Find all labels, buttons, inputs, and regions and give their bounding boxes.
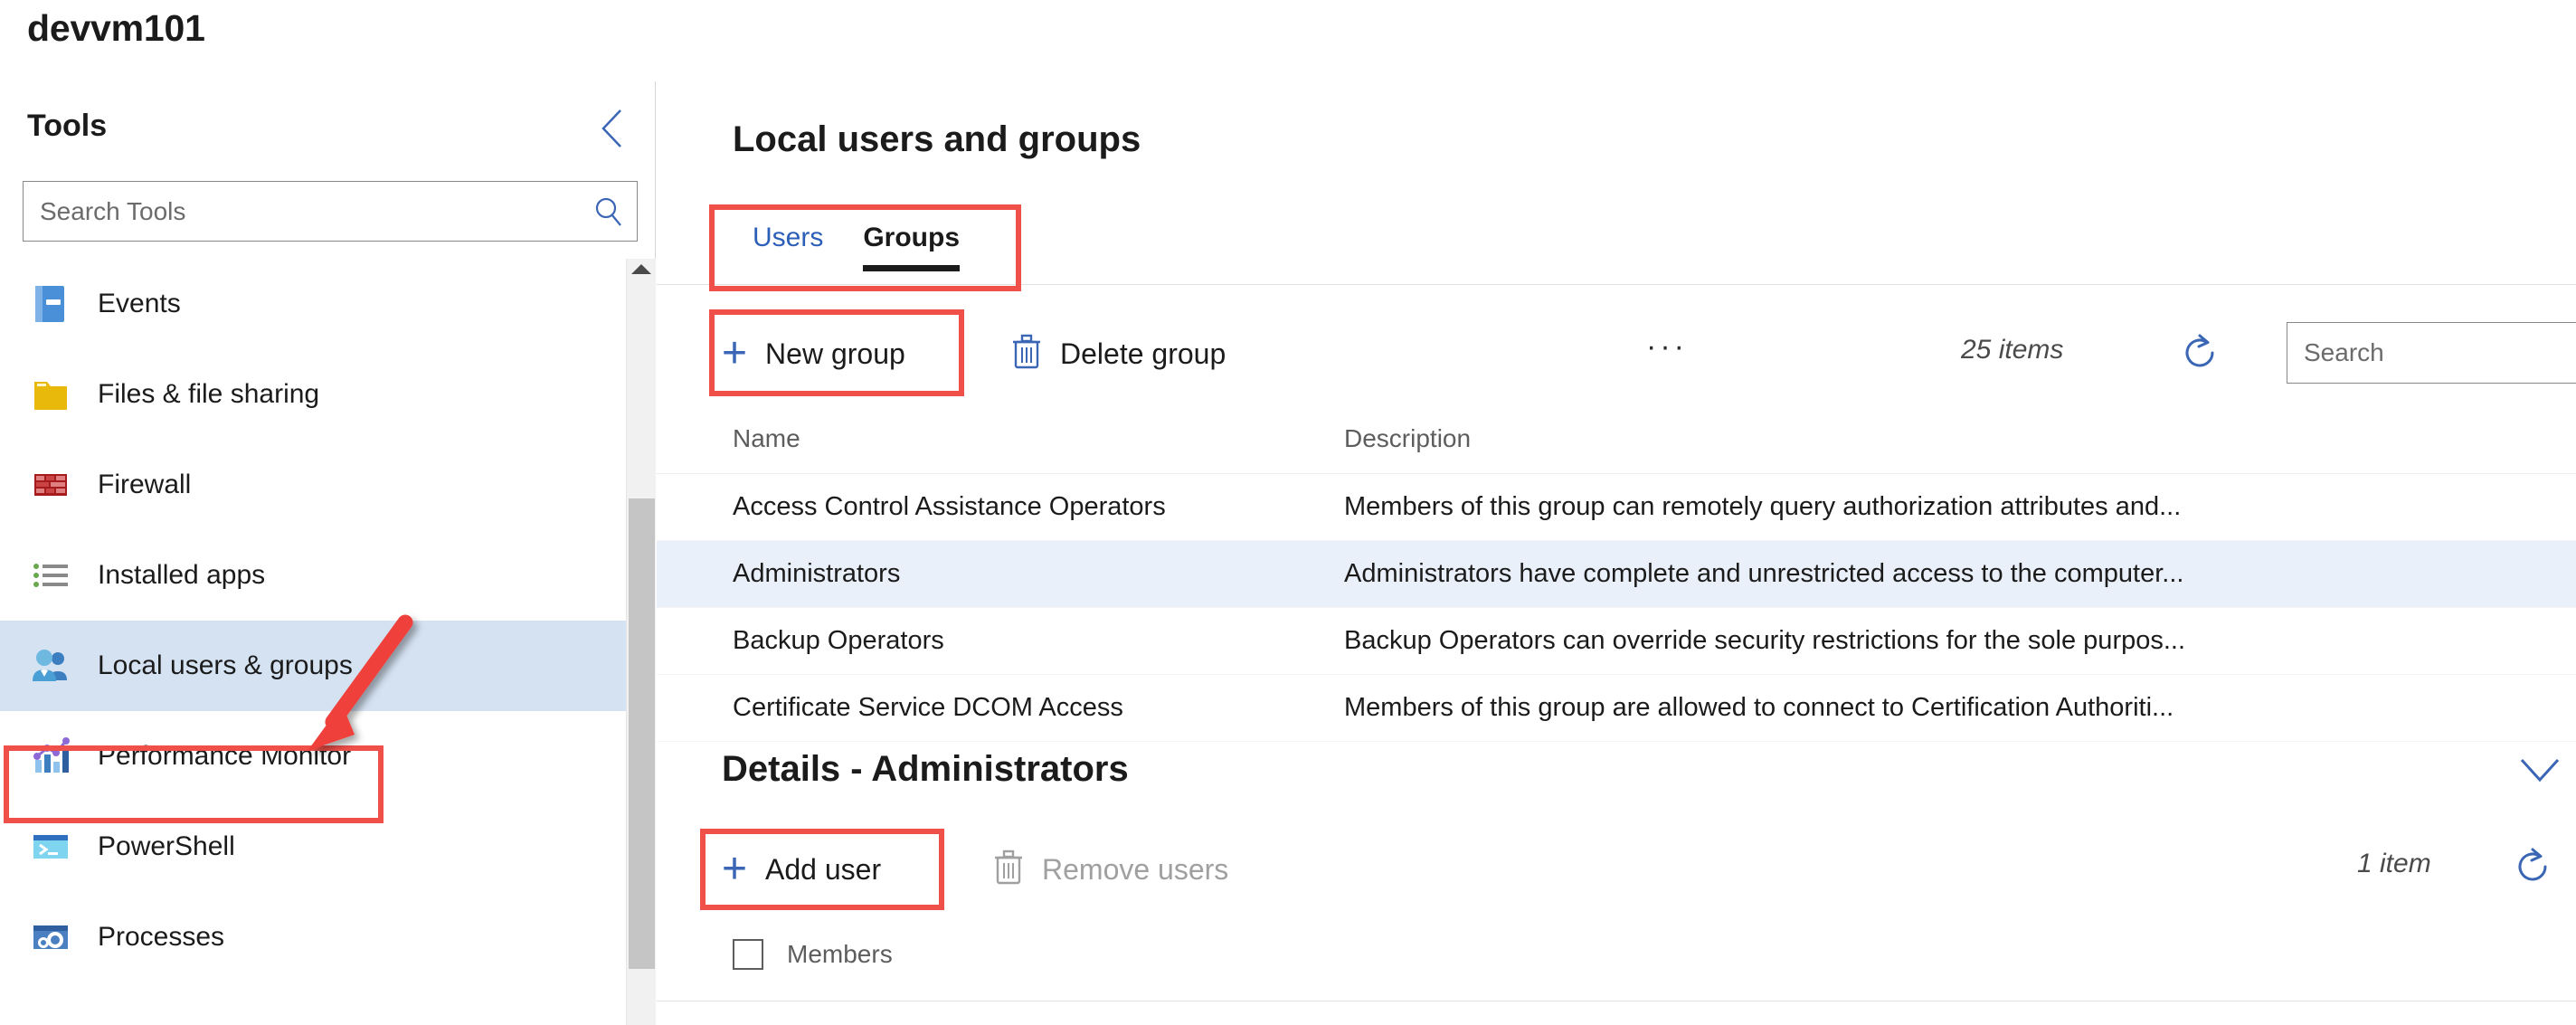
sidebar-item-powershell[interactable]: PowerShell bbox=[0, 802, 626, 892]
cell-description: Administrators have complete and unrestr… bbox=[1344, 559, 2184, 588]
sidebar-item-processes[interactable]: Processes bbox=[0, 892, 626, 982]
tab-groups[interactable]: Groups bbox=[843, 223, 980, 271]
cell-description: Backup Operators can override security r… bbox=[1344, 626, 2186, 655]
main-content: Local users and groups Users Groups + Ne… bbox=[657, 81, 2576, 1025]
groups-search-box[interactable] bbox=[2287, 322, 2576, 384]
cell-name: Administrators bbox=[733, 559, 901, 588]
details-command-bar: + Add user Remove users 1 item bbox=[657, 830, 2576, 908]
groups-table-header: Name Description bbox=[657, 403, 2576, 474]
page-title: Local users and groups bbox=[733, 119, 1141, 159]
groups-command-bar: + New group Delete group ··· 25 items Se… bbox=[657, 309, 2576, 400]
sidebar-item-label: Firewall bbox=[98, 470, 192, 499]
new-group-button[interactable]: + New group bbox=[722, 322, 905, 385]
tabs-divider bbox=[657, 284, 2576, 285]
tools-list-scrollbar[interactable] bbox=[626, 259, 656, 1025]
table-row[interactable]: Backup Operators Backup Operators can ov… bbox=[657, 608, 2576, 675]
sidebar-item-label: Files & file sharing bbox=[98, 379, 320, 409]
scroll-up-arrow-icon[interactable] bbox=[631, 264, 651, 274]
select-all-members-checkbox[interactable] bbox=[733, 939, 763, 970]
sidebar-item-label: Events bbox=[98, 289, 181, 318]
groups-item-count: 25 items bbox=[1961, 335, 2064, 365]
cell-name: Access Control Assistance Operators bbox=[733, 492, 1166, 521]
chevron-left-icon bbox=[599, 108, 626, 149]
cell-name: Backup Operators bbox=[733, 626, 944, 655]
trash-icon bbox=[993, 849, 1024, 891]
cell-name: Certificate Service DCOM Access bbox=[733, 693, 1123, 722]
gears-window-icon bbox=[27, 914, 74, 961]
search-tools-box[interactable] bbox=[23, 181, 638, 242]
folder-icon bbox=[27, 371, 74, 418]
more-commands-button[interactable]: ··· bbox=[1646, 329, 1688, 365]
collapse-details-button[interactable] bbox=[2516, 753, 2563, 800]
sidebar-item-firewall[interactable]: Firewall bbox=[0, 440, 626, 530]
firewall-brick-icon bbox=[27, 461, 74, 508]
sidebar-item-events[interactable]: Events bbox=[0, 259, 626, 349]
tab-users[interactable]: Users bbox=[733, 223, 843, 271]
sidebar-item-installed-apps[interactable]: Installed apps bbox=[0, 530, 626, 621]
delete-group-label: Delete group bbox=[1060, 337, 1226, 370]
scrollbar-thumb[interactable] bbox=[629, 498, 655, 969]
chevron-down-icon bbox=[2516, 758, 2563, 792]
add-user-button[interactable]: + Add user bbox=[722, 838, 881, 901]
list-icon bbox=[27, 552, 74, 599]
tab-list: Users Groups bbox=[733, 223, 980, 271]
machine-name-title: devvm101 bbox=[27, 7, 205, 49]
search-tools-input[interactable] bbox=[24, 196, 581, 226]
events-icon bbox=[27, 280, 74, 327]
new-group-label: New group bbox=[765, 337, 905, 370]
tools-pane: Tools Search Tools Events Files & file s… bbox=[0, 81, 656, 1025]
add-user-label: Add user bbox=[765, 852, 882, 886]
users-icon bbox=[27, 642, 74, 689]
terminal-icon bbox=[27, 823, 74, 870]
collapse-tools-pane-button[interactable] bbox=[592, 109, 632, 148]
tools-pane-title: Tools bbox=[27, 109, 108, 143]
sidebar-item-label: Installed apps bbox=[98, 560, 266, 590]
search-icon[interactable] bbox=[581, 195, 637, 228]
plus-icon: + bbox=[722, 845, 748, 893]
groups-search-input[interactable] bbox=[2287, 338, 2576, 367]
sidebar-item-files-file-sharing[interactable]: Files & file sharing bbox=[0, 349, 626, 440]
sidebar-item-label: PowerShell bbox=[98, 831, 235, 861]
details-title: Details - Administrators bbox=[722, 749, 1129, 789]
sidebar-item-label: Processes bbox=[98, 922, 225, 952]
column-header-members[interactable]: Members bbox=[787, 940, 893, 969]
members-column-header-row: Members bbox=[657, 923, 2576, 986]
cell-description: Members of this group are allowed to con… bbox=[1344, 693, 2174, 722]
sidebar-item-performance-monitor[interactable]: Performance Monitor bbox=[0, 711, 626, 802]
column-header-description[interactable]: Description bbox=[1344, 424, 2576, 453]
chart-icon bbox=[27, 733, 74, 780]
remove-users-button[interactable]: Remove users bbox=[993, 838, 1228, 901]
sidebar-item-label: Local users & groups bbox=[98, 650, 353, 680]
sidebar-item-local-users-groups[interactable]: Local users & groups bbox=[0, 621, 626, 711]
trash-icon bbox=[1011, 333, 1042, 375]
plus-icon: + bbox=[722, 329, 748, 377]
refresh-groups-button[interactable] bbox=[2176, 329, 2223, 376]
column-header-name[interactable]: Name bbox=[657, 424, 1344, 453]
cell-description: Members of this group can remotely query… bbox=[1344, 492, 2182, 521]
details-item-count: 1 item bbox=[2357, 849, 2431, 878]
refresh-details-button[interactable] bbox=[2509, 843, 2556, 890]
remove-users-label: Remove users bbox=[1042, 852, 1229, 886]
tools-list: Events Files & file sharing Firewall Ins… bbox=[0, 259, 626, 1025]
groups-table: Name Description Access Control Assistan… bbox=[657, 403, 2576, 742]
sidebar-item-label: Performance Monitor bbox=[98, 741, 352, 771]
table-row[interactable]: Access Control Assistance Operators Memb… bbox=[657, 474, 2576, 541]
details-section: Details - Administrators + Add user Remo… bbox=[657, 729, 2576, 1025]
table-row[interactable]: Administrators Administrators have compl… bbox=[657, 541, 2576, 608]
delete-group-button[interactable]: Delete group bbox=[1011, 322, 1226, 385]
windows-admin-center-app: devvm101 Tools Search Tools Events Files… bbox=[0, 0, 2576, 1025]
